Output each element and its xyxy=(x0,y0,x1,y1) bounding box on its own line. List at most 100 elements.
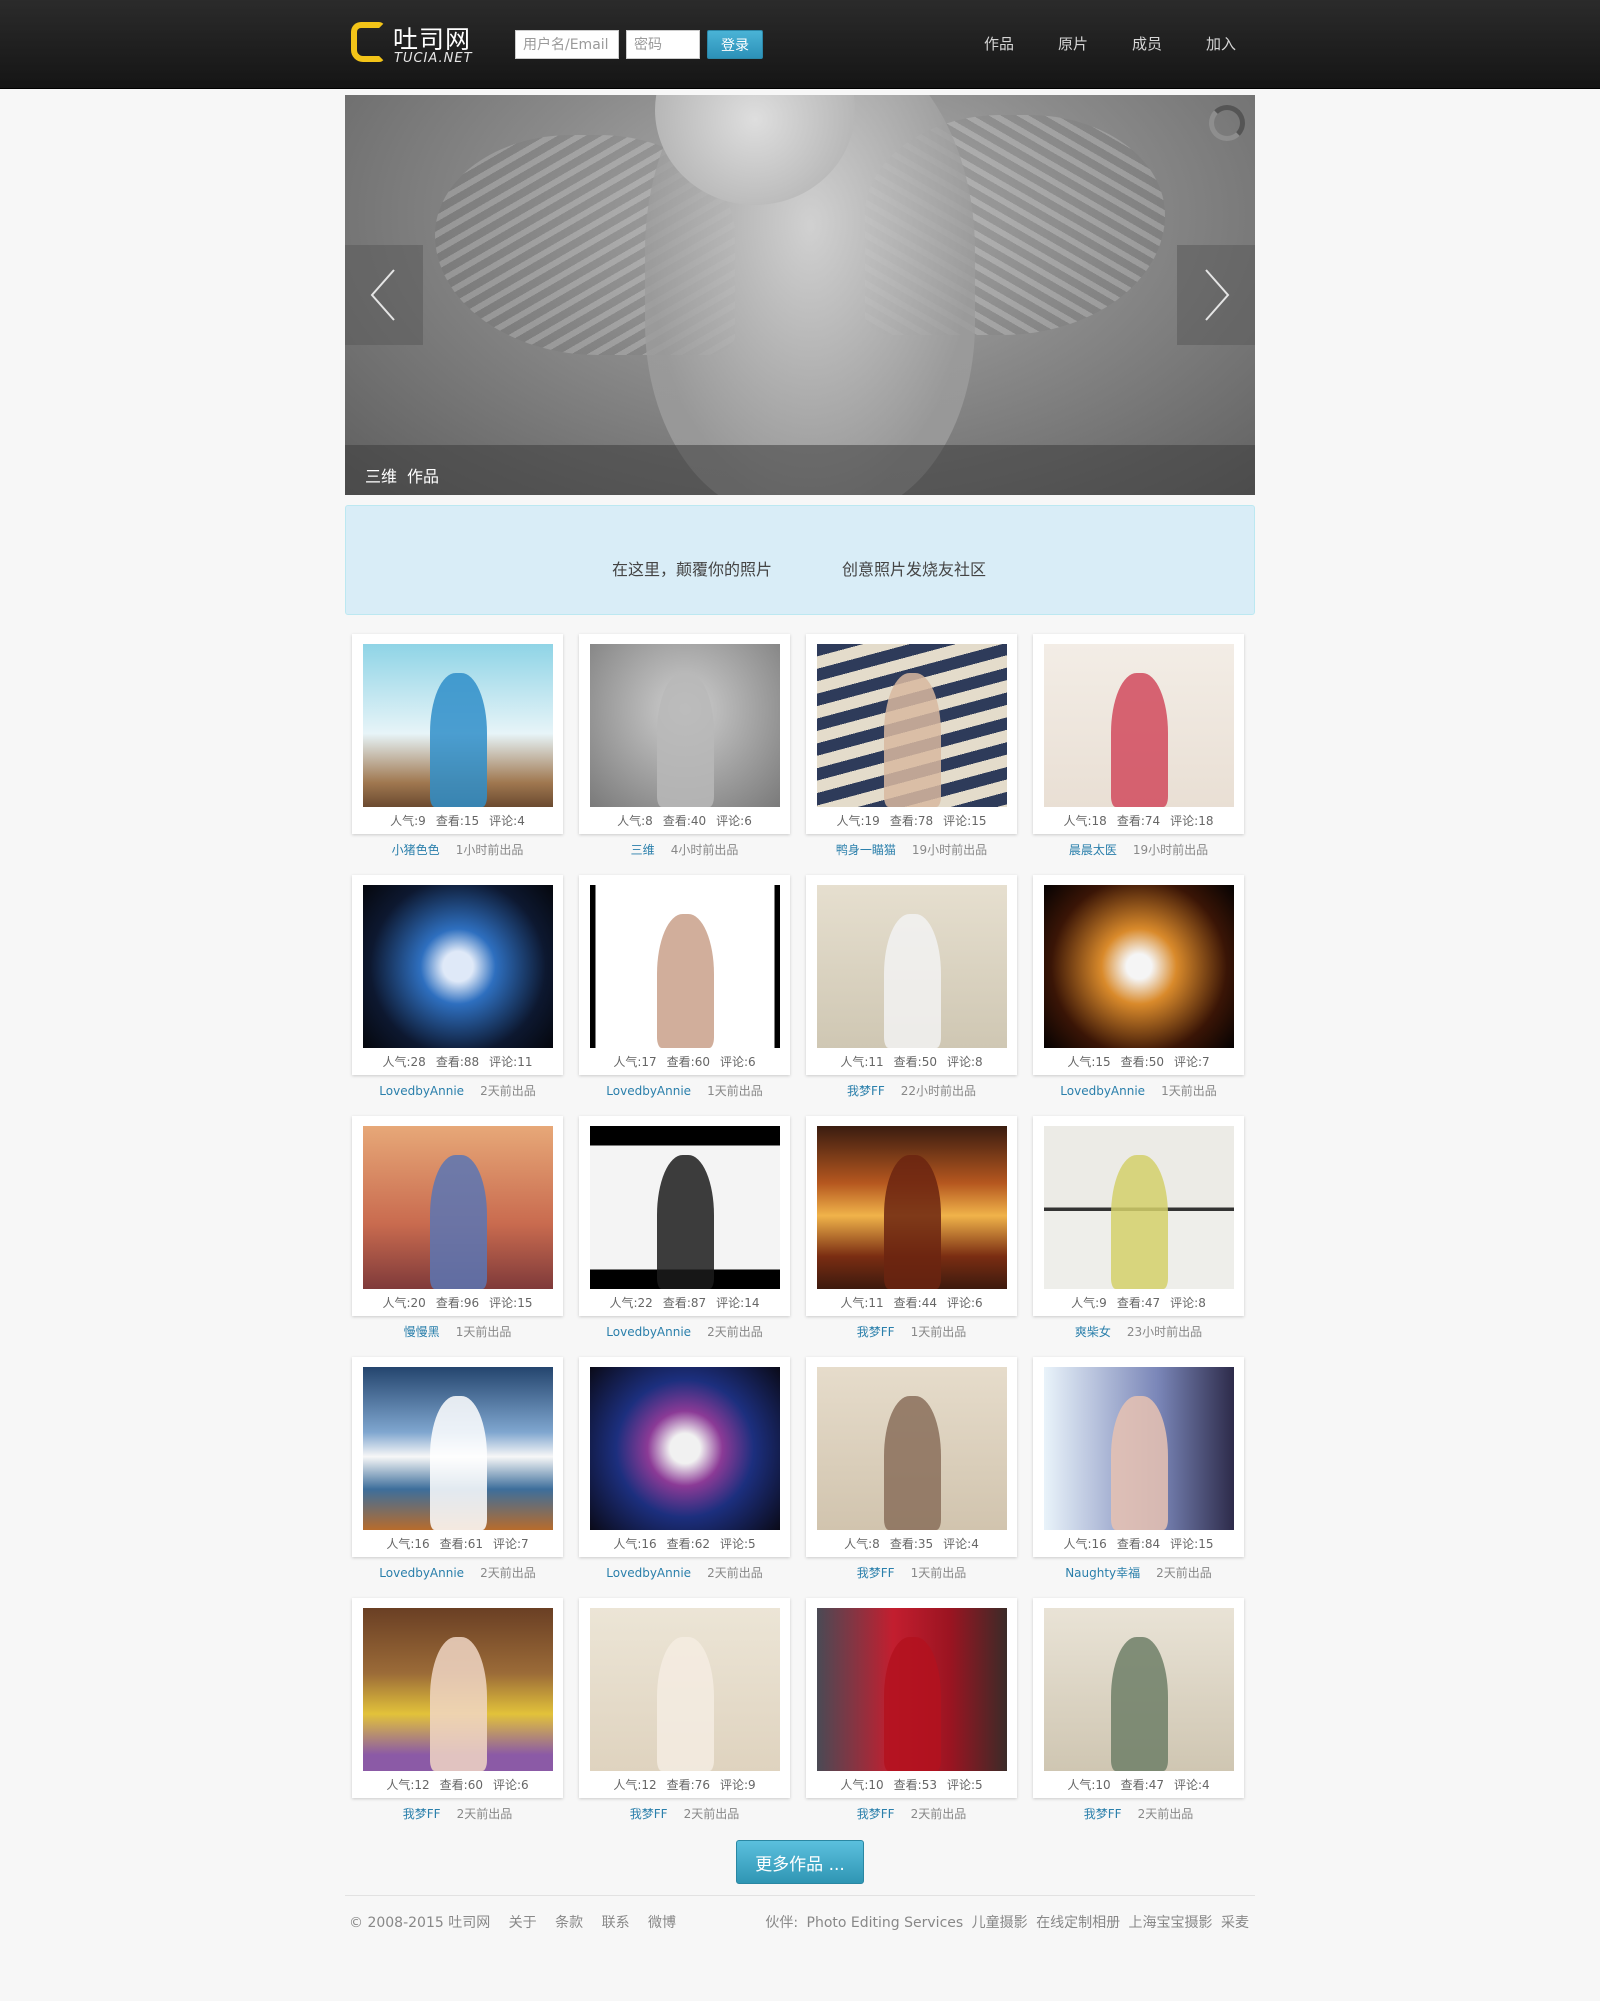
gallery-card[interactable]: 人气:11 查看:44 评论:6 我梦FF 1天前出品 xyxy=(806,1116,1017,1339)
partner-link-baby-photo[interactable]: 上海宝宝摄影 xyxy=(1129,1915,1213,1931)
stat-popularity: 人气:19 xyxy=(836,814,880,828)
card-time: 19小时前出品 xyxy=(911,843,988,857)
gallery-card[interactable]: 人气:17 查看:60 评论:6 LovedbyAnnie 1天前出品 xyxy=(579,875,790,1098)
stat-popularity: 人气:16 xyxy=(386,1537,430,1551)
gallery-card[interactable]: 人气:8 查看:40 评论:6 三维 4小时前出品 xyxy=(579,634,790,857)
footer-link-contact[interactable]: 联系 xyxy=(602,1915,630,1931)
partner-link-photo-editing[interactable]: Photo Editing Services xyxy=(807,1915,964,1931)
password-input[interactable] xyxy=(626,30,700,59)
caption-type[interactable]: 作品 xyxy=(407,463,439,487)
card-author-link[interactable]: 小猪色色 xyxy=(392,843,440,857)
gallery-card[interactable]: 人气:15 查看:50 评论:7 LovedbyAnnie 1天前出品 xyxy=(1033,875,1244,1098)
gallery-card[interactable]: 人气:20 查看:96 评论:15 慢慢黑 1天前出品 xyxy=(352,1116,563,1339)
footer-link-weibo[interactable]: 微博 xyxy=(648,1915,676,1931)
card-meta: LovedbyAnnie 1天前出品 xyxy=(1033,1082,1244,1099)
gallery-card[interactable]: 人气:28 查看:88 评论:11 LovedbyAnnie 2天前出品 xyxy=(352,875,563,1098)
partner-link-kids-photo[interactable]: 儿童摄影 xyxy=(972,1915,1028,1931)
footer-link-terms[interactable]: 条款 xyxy=(555,1915,583,1931)
card-meta: 我梦FF 2天前出品 xyxy=(1033,1805,1244,1822)
card-thumbnail[interactable] xyxy=(1044,1608,1234,1771)
card-author-link[interactable]: 我梦FF xyxy=(403,1807,441,1821)
card-thumbnail[interactable] xyxy=(590,885,780,1048)
card-thumbnail[interactable] xyxy=(363,644,553,807)
caption-category[interactable]: 三维 xyxy=(365,463,397,487)
gallery-card[interactable]: 人气:16 查看:61 评论:7 LovedbyAnnie 2天前出品 xyxy=(352,1357,563,1580)
partner-link-caimai[interactable]: 采麦 xyxy=(1221,1915,1249,1931)
card-thumbnail[interactable] xyxy=(363,885,553,1048)
nav-join[interactable]: 加入 xyxy=(1206,33,1236,54)
card-author-link[interactable]: LovedbyAnnie xyxy=(606,1566,691,1580)
slogan-right: 创意照片发烧友社区 xyxy=(842,560,987,579)
site-logo[interactable]: 吐司网 TUCIA.NET xyxy=(351,20,481,68)
top-navbar: 吐司网 TUCIA.NET 登录 作品 原片 成员 加入 xyxy=(0,0,1600,89)
slider-prev-button[interactable] xyxy=(345,245,423,345)
card-meta: 我梦FF 1天前出品 xyxy=(806,1564,1017,1581)
gallery-card[interactable]: 人气:10 查看:53 评论:5 我梦FF 2天前出品 xyxy=(806,1598,1017,1821)
footer-divider xyxy=(345,1895,1255,1896)
gallery-card[interactable]: 人气:18 查看:74 评论:18 晨晨太医 19小时前出品 xyxy=(1033,634,1244,857)
card-thumbnail[interactable] xyxy=(590,1126,780,1289)
card-author-link[interactable]: 晨晨太医 xyxy=(1069,843,1117,857)
card-thumbnail[interactable] xyxy=(817,1608,1007,1771)
card-author-link[interactable]: LovedbyAnnie xyxy=(606,1325,691,1339)
card-thumbnail[interactable] xyxy=(590,1367,780,1530)
gallery-card[interactable]: 人气:11 查看:50 评论:8 我梦FF 22小时前出品 xyxy=(806,875,1017,1098)
card-thumbnail[interactable] xyxy=(363,1608,553,1771)
card-author-link[interactable]: 三维 xyxy=(631,843,655,857)
card-thumbnail[interactable] xyxy=(817,644,1007,807)
stat-views: 查看:84 xyxy=(1116,1537,1161,1551)
card-thumbnail[interactable] xyxy=(817,1367,1007,1530)
thumbnail-figure xyxy=(656,1155,714,1289)
card-author-link[interactable]: 我梦FF xyxy=(857,1325,895,1339)
card-author-link[interactable]: 鸭身一瞄猫 xyxy=(836,843,896,857)
card-stats: 人气:15 查看:50 评论:7 xyxy=(1033,1053,1244,1070)
gallery-card[interactable]: 人气:9 查看:15 评论:4 小猪色色 1小时前出品 xyxy=(352,634,563,857)
card-author-link[interactable]: LovedbyAnnie xyxy=(606,1084,691,1098)
card-thumbnail[interactable] xyxy=(590,644,780,807)
card-thumbnail[interactable] xyxy=(363,1367,553,1530)
card-thumbnail[interactable] xyxy=(1044,644,1234,807)
nav-members[interactable]: 成员 xyxy=(1132,33,1162,54)
card-thumbnail[interactable] xyxy=(590,1608,780,1771)
gallery-card[interactable]: 人气:19 查看:78 评论:15 鸭身一瞄猫 19小时前出品 xyxy=(806,634,1017,857)
card-thumbnail[interactable] xyxy=(1044,885,1234,1048)
slider-caption: 三维 作品 xyxy=(345,445,1255,495)
card-author-link[interactable]: LovedbyAnnie xyxy=(1060,1084,1145,1098)
card-author-link[interactable]: LovedbyAnnie xyxy=(379,1566,464,1580)
gallery-card[interactable]: 人气:16 查看:62 评论:5 LovedbyAnnie 2天前出品 xyxy=(579,1357,790,1580)
gallery-card[interactable]: 人气:22 查看:87 评论:14 LovedbyAnnie 2天前出品 xyxy=(579,1116,790,1339)
card-author-link[interactable]: 我梦FF xyxy=(847,1084,885,1098)
card-thumbnail[interactable] xyxy=(1044,1126,1234,1289)
card-author-link[interactable]: 爽柴女 xyxy=(1075,1325,1111,1339)
footer-link-about[interactable]: 关于 xyxy=(509,1915,537,1931)
gallery-card[interactable]: 人气:8 查看:35 评论:4 我梦FF 1天前出品 xyxy=(806,1357,1017,1580)
card-meta: LovedbyAnnie 2天前出品 xyxy=(352,1082,563,1099)
card-stats: 人气:20 查看:96 评论:15 xyxy=(352,1294,563,1311)
username-input[interactable] xyxy=(515,30,619,59)
nav-originals[interactable]: 原片 xyxy=(1058,33,1088,54)
card-author-link[interactable]: 我梦FF xyxy=(857,1807,895,1821)
card-author-link[interactable]: Naughty幸福 xyxy=(1065,1566,1140,1580)
card-author-link[interactable]: 慢慢黑 xyxy=(404,1325,440,1339)
card-author-link[interactable]: LovedbyAnnie xyxy=(379,1084,464,1098)
gallery-card[interactable]: 人气:16 查看:84 评论:15 Naughty幸福 2天前出品 xyxy=(1033,1357,1244,1580)
gallery-card[interactable]: 人气:12 查看:76 评论:9 我梦FF 2天前出品 xyxy=(579,1598,790,1821)
gallery-card[interactable]: 人气:10 查看:47 评论:4 我梦FF 2天前出品 xyxy=(1033,1598,1244,1821)
card-thumbnail[interactable] xyxy=(817,1126,1007,1289)
partner-link-album[interactable]: 在线定制相册 xyxy=(1036,1915,1120,1931)
card-author-link[interactable]: 我梦FF xyxy=(1084,1807,1122,1821)
card-thumbnail[interactable] xyxy=(817,885,1007,1048)
card-meta: 我梦FF 2天前出品 xyxy=(579,1805,790,1822)
gallery-card[interactable]: 人气:12 查看:60 评论:6 我梦FF 2天前出品 xyxy=(352,1598,563,1821)
card-author-link[interactable]: 我梦FF xyxy=(630,1807,668,1821)
gallery-card[interactable]: 人气:9 查看:47 评论:8 爽柴女 23小时前出品 xyxy=(1033,1116,1244,1339)
more-works-button[interactable]: 更多作品 ... xyxy=(736,1840,864,1884)
hero-slider[interactable]: 三维 作品 xyxy=(345,95,1255,495)
nav-works[interactable]: 作品 xyxy=(984,33,1014,54)
card-thumbnail[interactable] xyxy=(1044,1367,1234,1530)
card-thumbnail[interactable] xyxy=(363,1126,553,1289)
card-author-link[interactable]: 我梦FF xyxy=(857,1566,895,1580)
slider-next-button[interactable] xyxy=(1177,245,1255,345)
login-button[interactable]: 登录 xyxy=(707,30,763,59)
stat-views: 查看:47 xyxy=(1120,1778,1164,1792)
